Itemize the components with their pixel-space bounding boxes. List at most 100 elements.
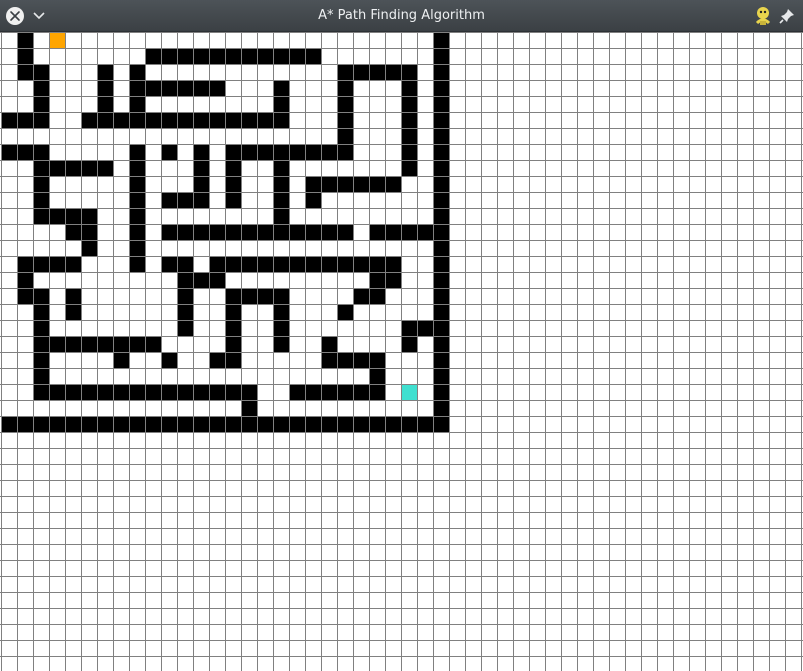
barrier-cell[interactable] bbox=[193, 144, 209, 160]
barrier-cell[interactable] bbox=[129, 208, 145, 224]
barrier-cell[interactable] bbox=[129, 192, 145, 208]
barrier-cell[interactable] bbox=[161, 416, 177, 432]
barrier-cell[interactable] bbox=[49, 336, 65, 352]
barrier-cell[interactable] bbox=[417, 320, 433, 336]
barrier-cell[interactable] bbox=[17, 272, 33, 288]
barrier-cell[interactable] bbox=[97, 64, 113, 80]
barrier-cell[interactable] bbox=[129, 336, 145, 352]
barrier-cell[interactable] bbox=[33, 192, 49, 208]
barrier-cell[interactable] bbox=[433, 96, 449, 112]
barrier-cell[interactable] bbox=[33, 416, 49, 432]
barrier-cell[interactable] bbox=[17, 112, 33, 128]
barrier-cell[interactable] bbox=[161, 144, 177, 160]
barrier-cell[interactable] bbox=[273, 96, 289, 112]
barrier-cell[interactable] bbox=[193, 192, 209, 208]
barrier-cell[interactable] bbox=[337, 224, 353, 240]
barrier-cell[interactable] bbox=[433, 80, 449, 96]
pin-icon[interactable] bbox=[779, 8, 795, 24]
barrier-cell[interactable] bbox=[33, 144, 49, 160]
barrier-cell[interactable] bbox=[401, 160, 417, 176]
barrier-cell[interactable] bbox=[433, 256, 449, 272]
barrier-cell[interactable] bbox=[33, 64, 49, 80]
barrier-cell[interactable] bbox=[433, 112, 449, 128]
barrier-cell[interactable] bbox=[129, 80, 145, 96]
barrier-cell[interactable] bbox=[321, 144, 337, 160]
barrier-cell[interactable] bbox=[369, 288, 385, 304]
barrier-cell[interactable] bbox=[369, 368, 385, 384]
barrier-cell[interactable] bbox=[433, 48, 449, 64]
barrier-cell[interactable] bbox=[289, 256, 305, 272]
barrier-cell[interactable] bbox=[289, 224, 305, 240]
barrier-cell[interactable] bbox=[17, 32, 33, 48]
barrier-cell[interactable] bbox=[273, 336, 289, 352]
barrier-cell[interactable] bbox=[401, 336, 417, 352]
barrier-cell[interactable] bbox=[113, 112, 129, 128]
barrier-cell[interactable] bbox=[369, 384, 385, 400]
barrier-cell[interactable] bbox=[161, 224, 177, 240]
barrier-cell[interactable] bbox=[289, 144, 305, 160]
barrier-cell[interactable] bbox=[305, 384, 321, 400]
barrier-cell[interactable] bbox=[241, 256, 257, 272]
barrier-cell[interactable] bbox=[385, 416, 401, 432]
barrier-cell[interactable] bbox=[65, 336, 81, 352]
barrier-cell[interactable] bbox=[401, 144, 417, 160]
barrier-cell[interactable] bbox=[193, 48, 209, 64]
barrier-cell[interactable] bbox=[369, 64, 385, 80]
barrier-cell[interactable] bbox=[321, 176, 337, 192]
barrier-cell[interactable] bbox=[225, 144, 241, 160]
barrier-cell[interactable] bbox=[177, 256, 193, 272]
barrier-cell[interactable] bbox=[129, 384, 145, 400]
barrier-cell[interactable] bbox=[209, 224, 225, 240]
barrier-cell[interactable] bbox=[353, 384, 369, 400]
barrier-cell[interactable] bbox=[193, 160, 209, 176]
end-node[interactable] bbox=[401, 384, 417, 400]
barrier-cell[interactable] bbox=[97, 160, 113, 176]
barrier-cell[interactable] bbox=[65, 384, 81, 400]
barrier-cell[interactable] bbox=[145, 416, 161, 432]
barrier-cell[interactable] bbox=[273, 192, 289, 208]
barrier-cell[interactable] bbox=[17, 48, 33, 64]
barrier-cell[interactable] bbox=[209, 416, 225, 432]
barrier-cell[interactable] bbox=[177, 48, 193, 64]
barrier-cell[interactable] bbox=[193, 80, 209, 96]
barrier-cell[interactable] bbox=[433, 128, 449, 144]
barrier-cell[interactable] bbox=[305, 48, 321, 64]
barrier-cell[interactable] bbox=[225, 112, 241, 128]
barrier-cell[interactable] bbox=[193, 176, 209, 192]
barrier-cell[interactable] bbox=[65, 160, 81, 176]
barrier-cell[interactable] bbox=[337, 384, 353, 400]
barrier-cell[interactable] bbox=[337, 256, 353, 272]
barrier-cell[interactable] bbox=[33, 368, 49, 384]
barrier-cell[interactable] bbox=[369, 272, 385, 288]
barrier-cell[interactable] bbox=[161, 48, 177, 64]
barrier-cell[interactable] bbox=[433, 400, 449, 416]
barrier-cell[interactable] bbox=[33, 304, 49, 320]
barrier-cell[interactable] bbox=[321, 352, 337, 368]
barrier-cell[interactable] bbox=[433, 384, 449, 400]
barrier-cell[interactable] bbox=[273, 160, 289, 176]
grid-canvas[interactable] bbox=[0, 32, 803, 671]
barrier-cell[interactable] bbox=[33, 336, 49, 352]
barrier-cell[interactable] bbox=[33, 160, 49, 176]
barrier-cell[interactable] bbox=[401, 128, 417, 144]
barrier-cell[interactable] bbox=[145, 336, 161, 352]
barrier-cell[interactable] bbox=[177, 112, 193, 128]
barrier-cell[interactable] bbox=[257, 288, 273, 304]
barrier-cell[interactable] bbox=[225, 176, 241, 192]
barrier-cell[interactable] bbox=[337, 112, 353, 128]
barrier-cell[interactable] bbox=[49, 256, 65, 272]
barrier-cell[interactable] bbox=[337, 416, 353, 432]
barrier-cell[interactable] bbox=[129, 176, 145, 192]
barrier-cell[interactable] bbox=[241, 400, 257, 416]
barrier-cell[interactable] bbox=[305, 256, 321, 272]
barrier-cell[interactable] bbox=[49, 208, 65, 224]
barrier-cell[interactable] bbox=[337, 352, 353, 368]
barrier-cell[interactable] bbox=[273, 288, 289, 304]
barrier-cell[interactable] bbox=[433, 336, 449, 352]
barrier-cell[interactable] bbox=[129, 240, 145, 256]
barrier-cell[interactable] bbox=[225, 416, 241, 432]
barrier-cell[interactable] bbox=[241, 384, 257, 400]
barrier-cell[interactable] bbox=[257, 48, 273, 64]
barrier-cell[interactable] bbox=[225, 224, 241, 240]
barrier-cell[interactable] bbox=[129, 112, 145, 128]
